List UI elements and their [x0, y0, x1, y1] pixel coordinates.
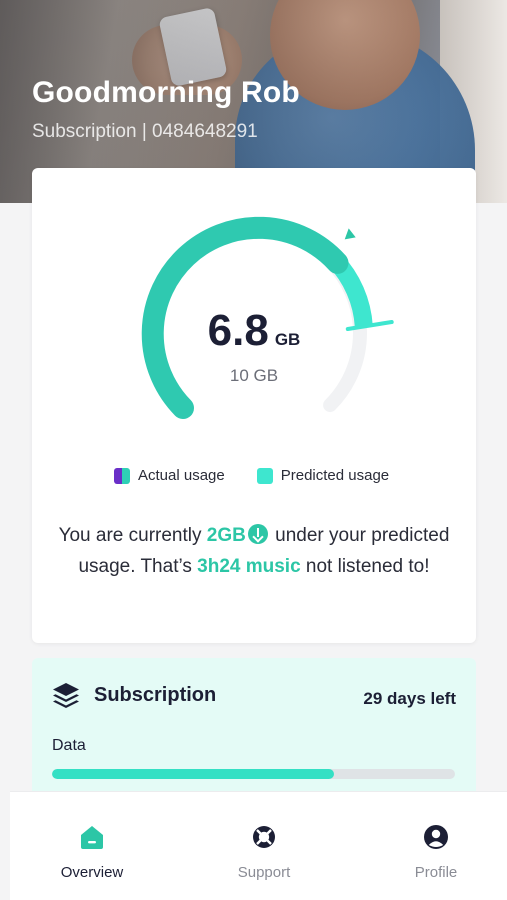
usage-number: 6.8	[207, 306, 269, 355]
usage-unit: GB	[274, 330, 301, 349]
data-progress-fill	[52, 769, 335, 779]
legend-predicted: Predicted usage	[256, 467, 390, 484]
usage-total: 10 GB	[229, 366, 279, 385]
layers-icon	[53, 683, 79, 708]
legend-actual: Actual usage	[114, 467, 225, 484]
data-progress-bar	[52, 769, 455, 779]
under-amount: 2GB	[206, 525, 246, 546]
gauge-pointer-triangle	[344, 228, 356, 240]
home-icon	[81, 826, 103, 849]
nav-overview-label: Overview	[60, 864, 124, 881]
bottom-navigation: Overview Support Profile	[10, 791, 507, 900]
greeting-title: Goodmorning Rob	[32, 76, 300, 109]
legend-actual-label: Actual usage	[138, 467, 225, 484]
legend-actual-swatch	[114, 467, 130, 484]
nav-profile-label: Profile	[414, 864, 458, 881]
subscription-title: Subscription	[94, 683, 217, 706]
nav-overview[interactable]: Overview	[12, 792, 172, 900]
legend-predicted-swatch	[256, 467, 273, 484]
nav-profile[interactable]: Profile	[356, 792, 507, 900]
data-label: Data	[52, 737, 86, 754]
days-left: 29 days left	[363, 689, 456, 708]
arrow-down-circle-icon	[247, 524, 268, 544]
support-icon	[253, 826, 275, 848]
music-time: 3h24 music	[197, 556, 301, 577]
usage-card[interactable]: 6.8 GB 10 GB Actual usage Predicted usage…	[32, 168, 476, 643]
usage-value: 6.8 GB	[32, 306, 476, 356]
subscription-number: Subscription | 0484648291	[32, 121, 258, 142]
nav-support[interactable]: Support	[184, 792, 344, 900]
usage-message: You are currently 2GB under your predict…	[58, 524, 450, 577]
legend-predicted-label: Predicted usage	[280, 467, 390, 484]
nav-support-label: Support	[237, 864, 291, 881]
subscription-header: Subscription	[52, 682, 216, 708]
gauge-legend: Actual usage Predicted usage	[114, 467, 421, 484]
profile-icon	[424, 825, 448, 849]
